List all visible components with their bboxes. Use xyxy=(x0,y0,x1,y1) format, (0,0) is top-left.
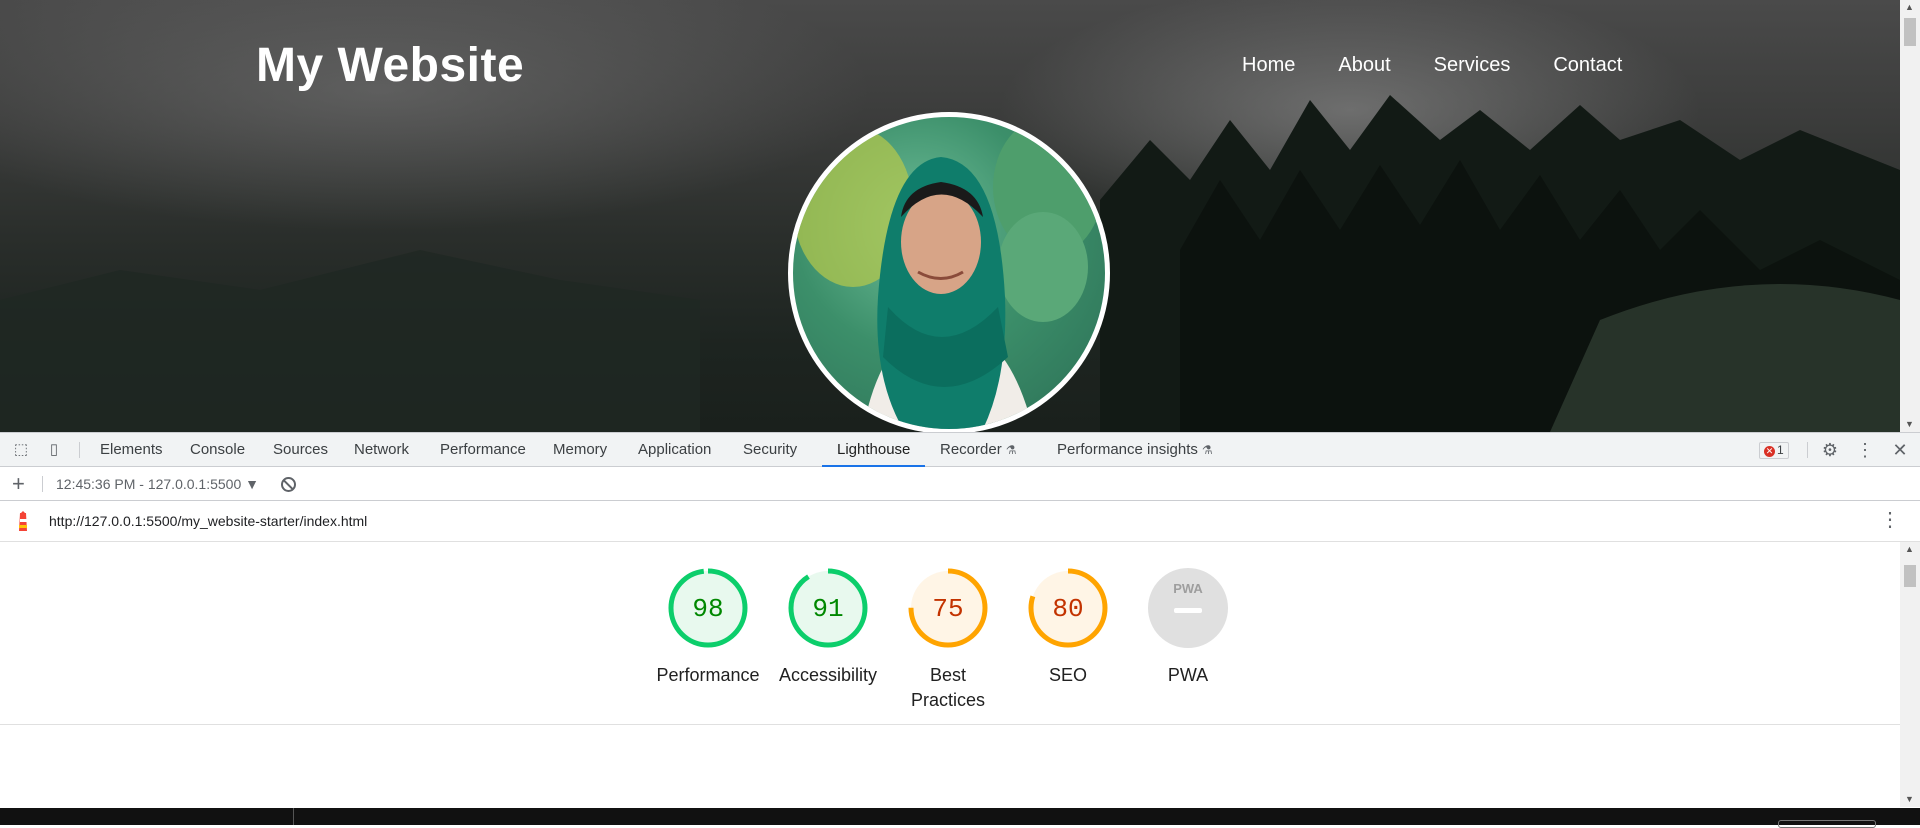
report-scrollbar[interactable]: ▲ ▼ xyxy=(1900,542,1920,807)
experiment-flask-icon: ⚗ xyxy=(1201,443,1213,457)
inspect-element-icon[interactable]: ⬚ xyxy=(11,441,31,459)
tab-recorder-label: Recorder xyxy=(940,441,1002,458)
settings-gear-icon[interactable]: ⚙ xyxy=(1820,441,1840,459)
pwa-badge-text: PWA xyxy=(1173,581,1203,596)
tab-sources[interactable]: Sources xyxy=(273,433,328,467)
gauge-ring: 80 xyxy=(1028,568,1108,648)
error-count: 1 xyxy=(1777,443,1784,457)
device-toolbar-icon[interactable]: ▯ xyxy=(44,441,64,459)
scroll-up-icon[interactable]: ▲ xyxy=(1905,2,1914,12)
tab-memory[interactable]: Memory xyxy=(553,433,607,467)
site-logo[interactable]: My Website xyxy=(256,38,524,93)
tab-security[interactable]: Security xyxy=(743,433,797,467)
lighthouse-report: 98 Performance 91 Accessibility 75 Best … xyxy=(0,542,1900,807)
gauge-score: 91 xyxy=(812,594,843,624)
nav-link-contact[interactable]: Contact xyxy=(1553,54,1622,77)
tab-performance[interactable]: Performance xyxy=(440,433,526,467)
scroll-down-icon[interactable]: ▼ xyxy=(1905,794,1914,804)
score-gauges: 98 Performance 91 Accessibility 75 Best … xyxy=(648,567,1248,713)
tab-elements[interactable]: Elements xyxy=(100,433,163,467)
report-url[interactable]: http://127.0.0.1:5500/my_website-starter… xyxy=(49,501,367,542)
scroll-thumb[interactable] xyxy=(1904,18,1916,46)
taskbar-button[interactable] xyxy=(1778,820,1876,828)
tab-console[interactable]: Console xyxy=(190,433,245,467)
nav-link-about[interactable]: About xyxy=(1338,54,1390,77)
gauge-score: 80 xyxy=(1052,594,1083,624)
gauge-score: 75 xyxy=(932,594,963,624)
gauge-ring: PWA xyxy=(1148,568,1228,648)
report-menu-icon[interactable]: ⋮ xyxy=(1880,507,1900,532)
taskbar-strip xyxy=(0,808,1920,828)
site-scrollbar[interactable]: ▲ ▼ xyxy=(1900,0,1920,432)
clear-reports-icon[interactable] xyxy=(281,477,296,492)
gauge-label: PWA xyxy=(1167,665,1209,685)
tab-application[interactable]: Application xyxy=(638,433,711,467)
error-count-badge[interactable]: ✕ 1 xyxy=(1759,442,1789,459)
report-selector[interactable]: 12:45:36 PM - 127.0.0.1:5500 ▼ xyxy=(56,467,259,501)
tab-lighthouse[interactable]: Lighthouse xyxy=(822,433,926,467)
gauge-label: Performance xyxy=(656,665,760,685)
website-viewport: My Website Home About Services Contact ▲… xyxy=(0,0,1920,432)
gauge-accessibility[interactable]: 91 Accessibility xyxy=(768,567,888,713)
gauge-label: SEO xyxy=(1048,665,1087,685)
gauge-pwa[interactable]: PWA PWA xyxy=(1128,567,1248,713)
devtools-panel: ⬚ ▯ Elements Console Sources Network Per… xyxy=(0,432,1920,808)
lighthouse-toolbar: + 12:45:36 PM - 127.0.0.1:5500 ▼ xyxy=(0,467,1920,501)
profile-avatar xyxy=(788,112,1110,432)
taskbar-divider xyxy=(293,808,294,825)
gauge-ring: 75 xyxy=(908,568,988,648)
lighthouse-logo-icon xyxy=(19,511,27,531)
gauge-performance[interactable]: 98 Performance xyxy=(648,567,768,713)
gauge-label: Accessibility xyxy=(778,665,878,685)
site-nav: Home About Services Contact xyxy=(1242,54,1665,77)
profile-photo xyxy=(793,117,1103,429)
scroll-down-icon[interactable]: ▼ xyxy=(1905,419,1914,429)
nav-link-services[interactable]: Services xyxy=(1434,54,1511,77)
gauge-score: 98 xyxy=(692,594,723,624)
error-icon: ✕ xyxy=(1764,446,1775,457)
gauge-best-practices[interactable]: 75 Best Practices xyxy=(888,567,1008,713)
report-selector-value: 12:45:36 PM - 127.0.0.1:5500 xyxy=(56,476,242,492)
toolbar-separator xyxy=(79,442,80,458)
more-options-icon[interactable]: ⋮ xyxy=(1855,441,1875,459)
scroll-up-icon[interactable]: ▲ xyxy=(1905,544,1914,554)
toolbar-separator xyxy=(1807,442,1808,458)
tab-network[interactable]: Network xyxy=(354,433,409,467)
close-devtools-icon[interactable]: ✕ xyxy=(1890,441,1910,459)
experiment-flask-icon: ⚗ xyxy=(1005,443,1017,457)
gauge-ring: 98 xyxy=(668,568,748,648)
gauge-label: Best Practices xyxy=(910,665,986,710)
scroll-thumb[interactable] xyxy=(1904,565,1916,587)
nav-link-home[interactable]: Home xyxy=(1242,54,1295,77)
toolbar-separator xyxy=(42,476,43,492)
dropdown-arrow-icon: ▼ xyxy=(245,476,259,492)
tab-performance-insights[interactable]: Performance insights ⚗ xyxy=(1057,433,1213,467)
report-url-bar: http://127.0.0.1:5500/my_website-starter… xyxy=(0,501,1920,542)
devtools-tabbar: ⬚ ▯ Elements Console Sources Network Per… xyxy=(0,433,1920,467)
tab-performance-insights-label: Performance insights xyxy=(1057,441,1198,458)
tab-recorder[interactable]: Recorder ⚗ xyxy=(940,433,1016,467)
gauge-ring: 91 xyxy=(788,568,868,648)
new-report-plus-icon[interactable]: + xyxy=(12,471,25,497)
gauge-seo[interactable]: 80 SEO xyxy=(1008,567,1128,713)
report-divider xyxy=(0,724,1900,725)
pwa-dash xyxy=(1174,608,1202,613)
